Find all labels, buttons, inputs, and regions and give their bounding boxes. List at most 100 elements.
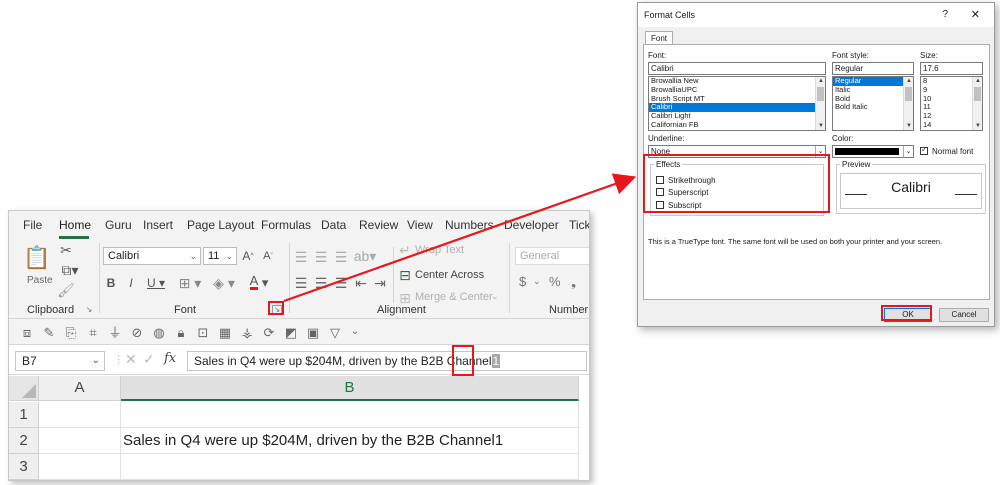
tab-home[interactable]: Home xyxy=(59,218,91,232)
center-across-icon[interactable]: ⊟ xyxy=(399,268,411,282)
customize-toolbar-icon[interactable]: ⌄ xyxy=(347,324,363,340)
toolbar-tool-icon[interactable]: ⌗ xyxy=(85,324,101,340)
color-dropdown[interactable]: ⌄ xyxy=(832,145,914,158)
scroll-thumb[interactable] xyxy=(905,87,912,101)
scroll-up-icon[interactable]: ▲ xyxy=(973,77,982,85)
select-all-corner[interactable] xyxy=(9,376,39,401)
scroll-down-icon[interactable]: ▼ xyxy=(973,122,982,130)
size-list-scrollbar[interactable]: ▲ ▼ xyxy=(972,77,982,130)
decrease-font-size-icon[interactable]: Aˇ xyxy=(261,248,275,264)
help-icon[interactable]: ? xyxy=(942,3,948,27)
center-across-label[interactable]: Center Across xyxy=(415,269,484,281)
scroll-thumb[interactable] xyxy=(974,87,981,101)
font-style-list[interactable]: Regular Italic Bold Bold Italic ▲ ▼ xyxy=(832,76,914,131)
column-header-b[interactable]: B xyxy=(121,376,579,401)
middle-align-icon[interactable]: ☰ xyxy=(314,250,328,264)
table-icon[interactable]: ▦ xyxy=(217,324,233,340)
toolbar-tool-icon[interactable]: ⎘ xyxy=(63,324,79,340)
tab-insert[interactable]: Insert xyxy=(143,218,173,232)
paste-icon[interactable]: 📋 xyxy=(23,245,51,271)
toolbar-tool-icon[interactable]: ⧈ xyxy=(19,324,35,340)
font-style-input[interactable]: Regular xyxy=(832,62,914,75)
font-input[interactable]: Calibri xyxy=(648,62,826,75)
cancel-entry-icon[interactable]: ✕ xyxy=(125,351,137,368)
cell-a2[interactable] xyxy=(39,428,121,454)
increase-font-size-icon[interactable]: A ^ xyxy=(241,248,255,264)
filter-icon[interactable]: ⏚ xyxy=(107,324,123,340)
scroll-up-icon[interactable]: ▲ xyxy=(816,77,825,85)
column-header-a[interactable]: A xyxy=(39,376,121,401)
toolbar-tool-icon[interactable]: ⊘ xyxy=(129,324,145,340)
align-right-icon[interactable]: ☰ xyxy=(334,276,348,290)
top-align-icon[interactable]: ☰ xyxy=(294,250,308,264)
align-center-icon[interactable]: ☰ xyxy=(314,276,328,290)
clipboard-launcher-icon[interactable]: ↘ xyxy=(85,306,93,314)
toolbar-tool-icon[interactable]: ◍ xyxy=(151,324,167,340)
size-list[interactable]: 8 9 10 11 12 14 ▲ ▼ xyxy=(920,76,983,131)
italic-icon[interactable]: I xyxy=(125,275,137,291)
cut-icon[interactable]: ✂ xyxy=(59,243,73,257)
tab-guru[interactable]: Guru xyxy=(105,218,132,232)
strikethrough-checkbox[interactable] xyxy=(656,176,664,184)
tab-view[interactable]: View xyxy=(407,218,433,232)
toolbar-tool-icon[interactable]: ⊡ xyxy=(195,324,211,340)
filter-icon[interactable]: ▽ xyxy=(327,324,343,340)
tab-formulas[interactable]: Formulas xyxy=(261,218,311,232)
superscript-label[interactable]: Superscript xyxy=(668,188,708,197)
increase-indent-icon[interactable]: ⇥ xyxy=(373,276,387,290)
lock-icon[interactable]: 🔒︎ xyxy=(173,324,189,340)
cell-a3[interactable] xyxy=(39,454,121,480)
ok-button[interactable]: OK xyxy=(884,308,932,322)
borders-icon[interactable]: ⊞ ▾ xyxy=(177,275,203,291)
tab-numbers[interactable]: Numbers xyxy=(445,218,494,232)
font-name-dropdown[interactable]: Calibri ⌄ xyxy=(103,247,201,265)
underline-icon[interactable]: U ▾ xyxy=(145,275,167,291)
toolbar-tool-icon[interactable]: ◩ xyxy=(283,324,299,340)
font-list-item[interactable]: Californian FB xyxy=(649,120,825,130)
orientation-icon[interactable]: ab▾ xyxy=(354,249,377,263)
font-style-scrollbar[interactable]: ▲ ▼ xyxy=(903,77,913,130)
tab-page-layout[interactable]: Page Layout xyxy=(187,218,254,232)
tab-developer[interactable]: Developer xyxy=(504,218,559,232)
font-dialog-launcher-icon[interactable]: ↘ xyxy=(272,305,282,315)
scroll-down-icon[interactable]: ▼ xyxy=(904,122,913,130)
wrap-text-label[interactable]: Wrap Text xyxy=(415,244,464,256)
decrease-indent-icon[interactable]: ⇤ xyxy=(354,276,368,290)
font-list[interactable]: Browallia New BrowalliaUPC Brush Script … xyxy=(648,76,826,131)
row-header-2[interactable]: 2 xyxy=(9,428,39,454)
currency-icon[interactable]: $ xyxy=(519,274,526,289)
number-format-dropdown[interactable]: General xyxy=(515,247,589,265)
comma-style-icon[interactable]: ❟ xyxy=(571,274,576,290)
cell-a1[interactable] xyxy=(39,402,121,428)
scroll-down-icon[interactable]: ▼ xyxy=(816,122,825,130)
chevron-down-icon[interactable]: ⌄ xyxy=(491,291,499,302)
bottom-align-icon[interactable]: ☰ xyxy=(334,250,348,264)
underline-dropdown[interactable]: None ⌄ xyxy=(648,145,826,158)
tab-ticks[interactable]: Ticks xyxy=(569,218,589,232)
font-list-scrollbar[interactable]: ▲ ▼ xyxy=(815,77,825,130)
name-box[interactable]: B7 ⌄ xyxy=(15,351,105,371)
cell-b3[interactable] xyxy=(121,454,579,480)
close-icon[interactable]: ✕ xyxy=(971,3,980,27)
format-painter-icon[interactable]: 🖌 xyxy=(57,283,75,297)
cell-b1[interactable] xyxy=(121,402,579,428)
cell-b2[interactable]: Sales in Q4 were up $204M, driven by the… xyxy=(121,428,579,454)
wrap-text-icon[interactable]: ↵ xyxy=(399,243,411,257)
tab-font[interactable]: Font xyxy=(645,31,673,45)
size-input[interactable]: 17.6 xyxy=(920,62,983,75)
merge-center-icon[interactable]: ⊞ xyxy=(399,291,411,305)
formula-input[interactable]: Sales in Q4 were up $204M, driven by the… xyxy=(187,351,587,371)
image-icon[interactable]: ▣ xyxy=(305,324,321,340)
superscript-checkbox[interactable] xyxy=(656,188,664,196)
tab-data[interactable]: Data xyxy=(321,218,346,232)
toolbar-tool-icon[interactable]: ✎ xyxy=(41,324,57,340)
normal-font-checkbox[interactable] xyxy=(920,145,928,155)
insert-function-icon[interactable]: fx xyxy=(164,351,176,366)
merge-center-label[interactable]: Merge & Center xyxy=(415,291,493,303)
font-list-item[interactable]: Brush Script MT xyxy=(649,94,825,104)
chevron-down-icon[interactable]: ⌄ xyxy=(533,276,541,287)
scroll-thumb[interactable] xyxy=(817,87,824,101)
align-left-icon[interactable]: ☰ xyxy=(294,276,308,290)
font-size-dropdown[interactable]: 11 ⌄ xyxy=(203,247,237,265)
bold-icon[interactable]: B xyxy=(105,275,117,291)
